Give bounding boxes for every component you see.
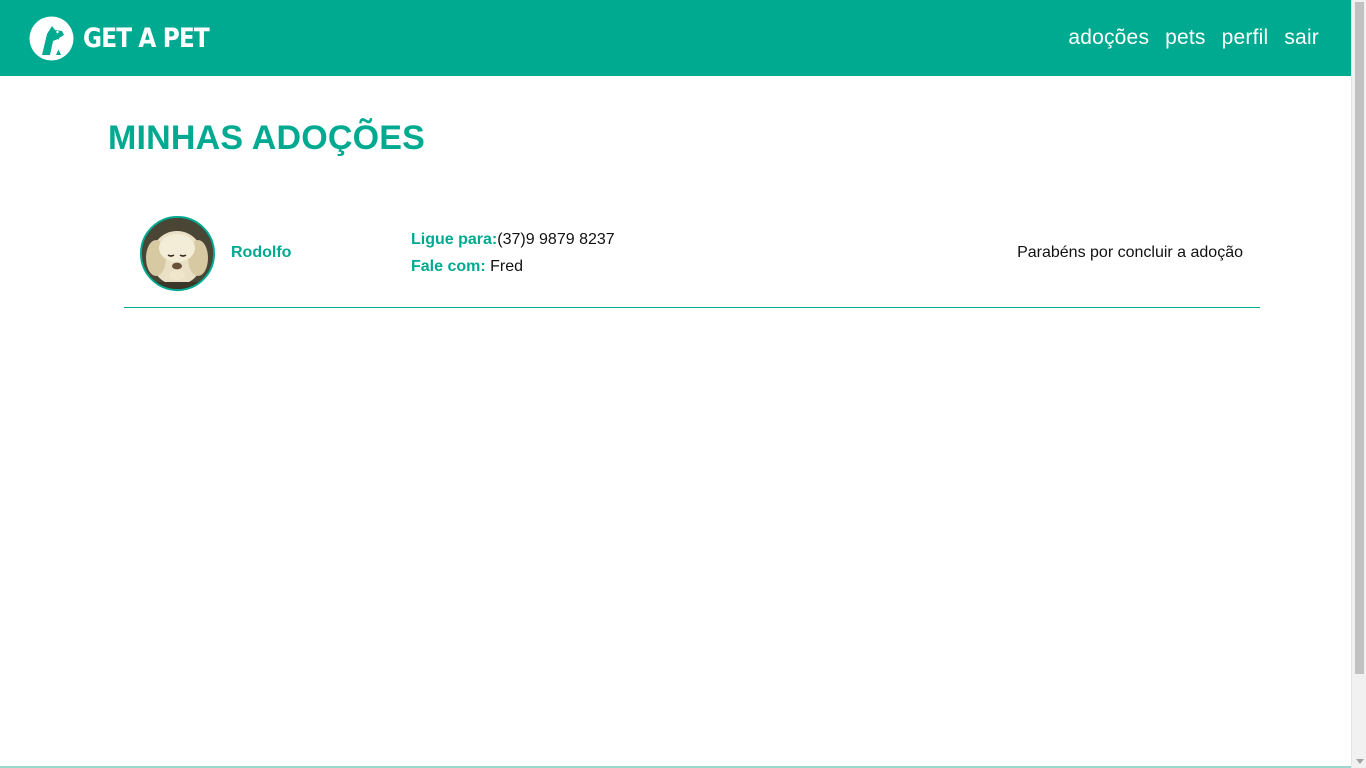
nav-link-adocoes[interactable]: adoções xyxy=(1068,26,1149,49)
main-content: MINHAS ADOÇÕES Rodolfo Ligue para:(37)9 … xyxy=(108,76,1260,308)
pet-name: Rodolfo xyxy=(231,244,292,261)
page-title: MINHAS ADOÇÕES xyxy=(108,119,426,157)
phone-label: Ligue para: xyxy=(411,231,498,248)
puppy-photo xyxy=(142,218,213,289)
nav-link-perfil[interactable]: perfil xyxy=(1222,26,1269,49)
phone-line: Ligue para:(37)9 9879 8237 xyxy=(411,226,615,253)
pet-avatar xyxy=(140,216,215,291)
scrollbar-thumb[interactable] xyxy=(1355,2,1364,674)
scroll-down-arrow-icon[interactable] xyxy=(1356,759,1364,764)
vertical-scrollbar[interactable] xyxy=(1351,0,1366,768)
nav-link-pets[interactable]: pets xyxy=(1165,26,1206,49)
phone-value: (37)9 9879 8237 xyxy=(497,231,615,248)
dog-cat-logo-icon xyxy=(29,16,74,60)
brand-text: GET A PET xyxy=(83,22,210,54)
nav-menu: adoções pets perfil sair xyxy=(1068,26,1319,50)
owner-line: Fale com: Fred xyxy=(411,253,615,280)
adoption-row: Rodolfo Ligue para:(37)9 9879 8237 Fale … xyxy=(124,216,1260,308)
brand-link[interactable]: GET A PET xyxy=(29,16,229,61)
top-navbar: GET A PET adoções pets perfil sair xyxy=(0,0,1351,76)
adoption-status: Parabéns por concluir a adoção xyxy=(1017,244,1243,261)
owner-label: Fale com: xyxy=(411,258,486,275)
contact-info: Ligue para:(37)9 9879 8237 Fale com: Fre… xyxy=(411,226,615,280)
nav-link-sair[interactable]: sair xyxy=(1284,26,1319,49)
owner-value: Fred xyxy=(490,258,524,275)
